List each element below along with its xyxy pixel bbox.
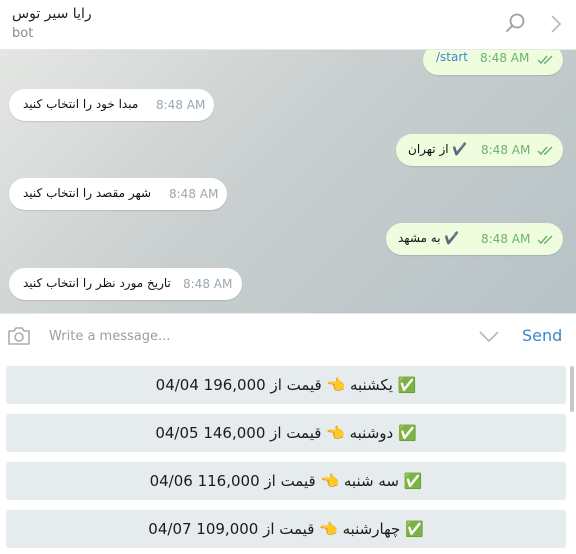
message-incoming[interactable]: تاریخ مورد نظر را انتخاب کنید 8:48 AM [9,268,242,300]
message-composer: Write a message... Send [0,313,576,360]
message-time: 8:48 AM [183,277,233,291]
message-time: 8:48 AM [481,143,531,157]
keyboard-button-label: 04/05 دوشنبه 👈 قیمت از 146,000 ✅ [155,424,417,442]
keyboard-button-0405[interactable]: 04/05 دوشنبه 👈 قیمت از 146,000 ✅ [6,414,566,452]
chevron-down-icon[interactable] [478,330,500,344]
keyboard-button-label: 04/07 چهارشنبه 👈 قیمت از 109,000 ✅ [148,520,424,538]
camera-icon[interactable] [7,326,31,346]
chat-title[interactable]: رایا سیر توس [12,6,92,22]
message-time: 8:48 AM [480,51,530,65]
message-incoming[interactable]: شهر مقصد را انتخاب کنید 8:48 AM [9,178,227,210]
read-checkmarks-icon [537,235,553,245]
message-text: ✔️ از تهران [408,142,468,156]
read-checkmarks-icon [537,146,553,156]
message-input[interactable]: Write a message... [49,329,170,344]
message-outgoing[interactable]: /start 8:48 AM [423,50,563,75]
keyboard-button-0406[interactable]: 04/06 سه شنبه 👈 قیمت از 116,000 ✅ [6,462,566,500]
message-time: 8:48 AM [169,187,219,201]
bot-keyboard: 04/04 یکشنبه 👈 قیمت از 196,000 ✅ 04/05 د… [0,360,576,554]
message-time: 8:48 AM [156,98,206,112]
message-outgoing[interactable]: ✔️ به مشهد 8:48 AM [386,223,563,255]
message-list[interactable]: /start 8:48 AM مبدا خود را انتخاب کنید 8… [0,50,576,313]
message-text: مبدا خود را انتخاب کنید [23,97,139,111]
bot-command-link[interactable]: /start [436,50,468,64]
read-checkmarks-icon [537,55,553,65]
keyboard-button-0404[interactable]: 04/04 یکشنبه 👈 قیمت از 196,000 ✅ [6,366,566,404]
message-text: تاریخ مورد نظر را انتخاب کنید [23,276,171,290]
message-text: ✔️ به مشهد [398,231,460,245]
keyboard-button-0407[interactable]: 04/07 چهارشنبه 👈 قیمت از 109,000 ✅ [6,510,566,548]
message-time: 8:48 AM [481,232,531,246]
keyboard-scrollbar[interactable] [570,366,574,412]
keyboard-button-label: 04/06 سه شنبه 👈 قیمت از 116,000 ✅ [149,472,423,490]
message-incoming[interactable]: مبدا خود را انتخاب کنید 8:48 AM [9,89,214,121]
chat-subtitle: bot [12,26,34,41]
search-icon[interactable] [505,12,527,34]
keyboard-button-label: 04/04 یکشنبه 👈 قیمت از 196,000 ✅ [155,376,417,394]
chevron-right-icon[interactable] [549,14,563,34]
send-button[interactable]: Send [522,326,562,345]
message-outgoing[interactable]: ✔️ از تهران 8:48 AM [396,134,563,166]
message-text: شهر مقصد را انتخاب کنید [23,186,152,200]
chat-header: رایا سیر توس bot [0,0,576,50]
